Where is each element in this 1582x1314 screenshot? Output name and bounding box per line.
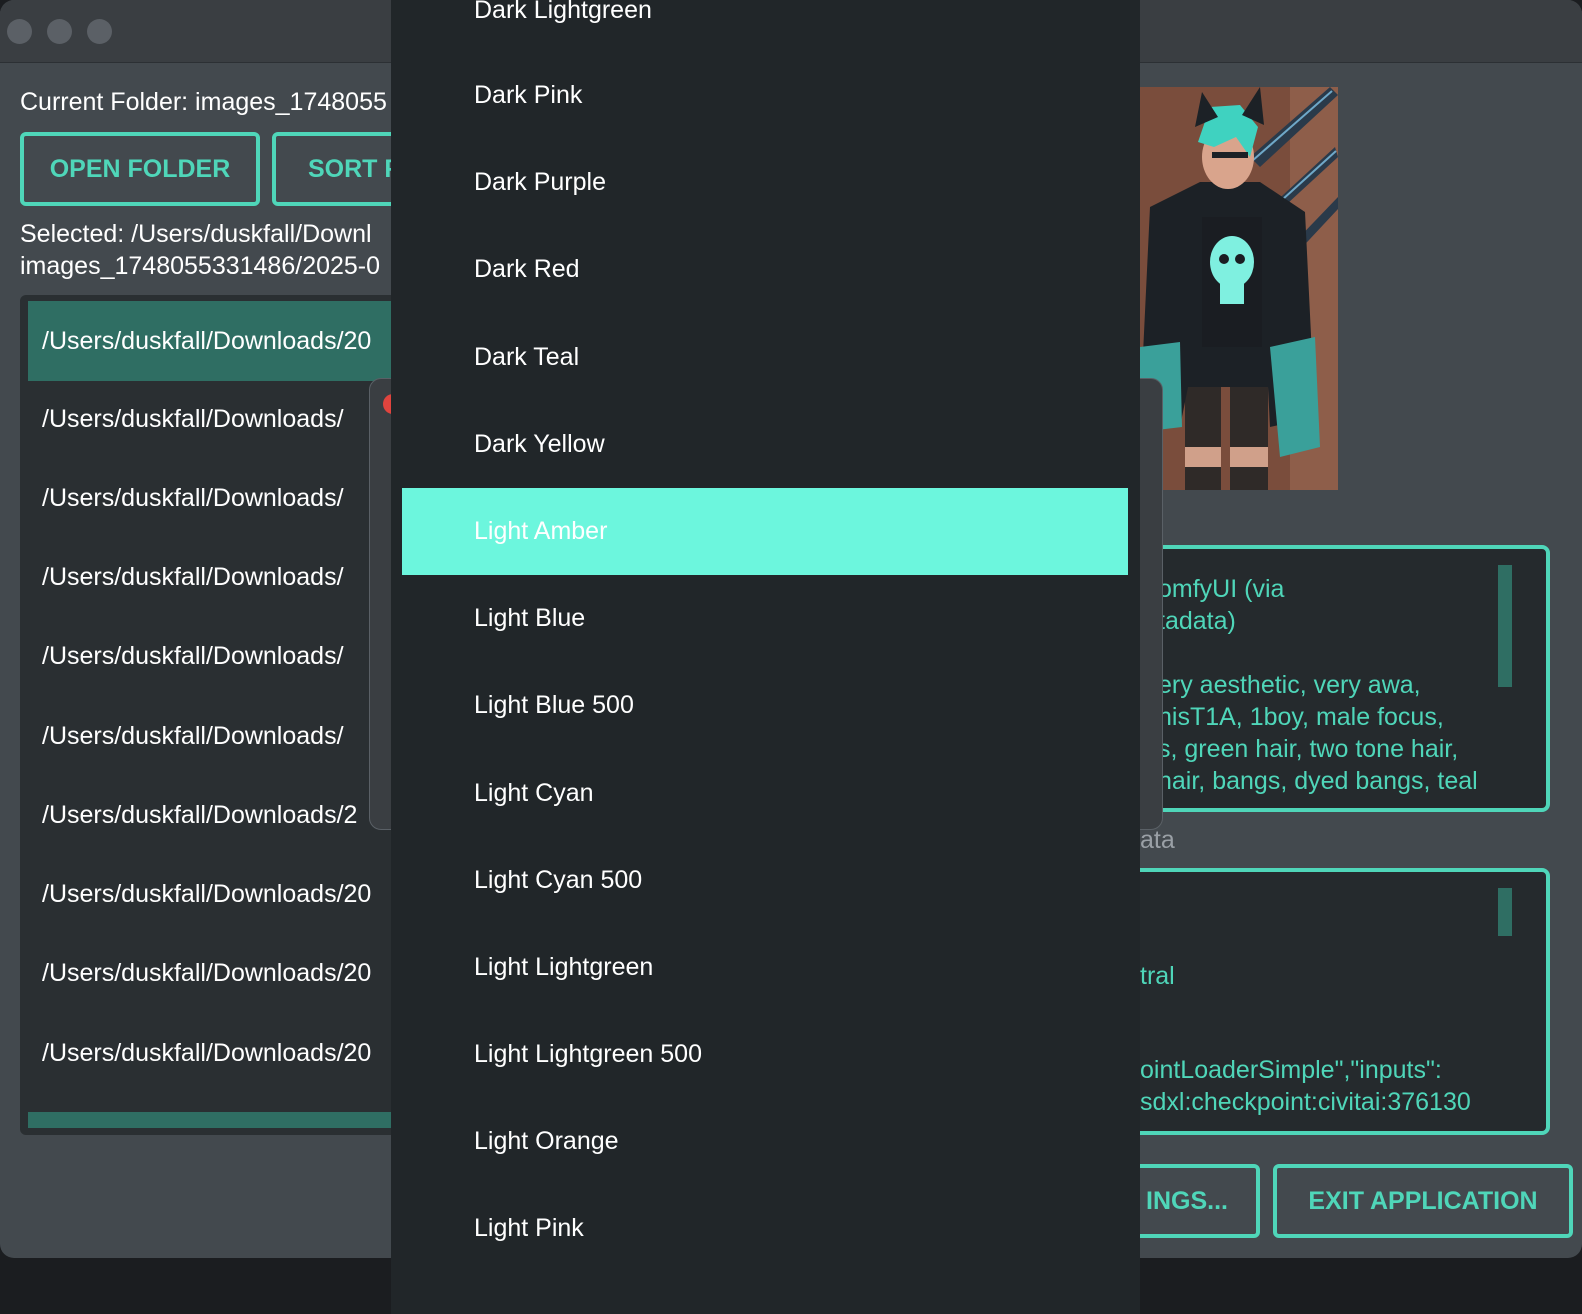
file-list-item[interactable]: /Users/duskfall/Downloads/20 (28, 854, 408, 934)
dropdown-item[interactable]: Dark Yellow (402, 401, 1128, 488)
file-list[interactable]: /Users/duskfall/Downloads/20 /Users/dusk… (20, 295, 410, 1135)
file-list-item[interactable]: /Users/duskfall/Downloads/ (28, 696, 408, 776)
metadata-line: tral (1140, 962, 1175, 990)
metadata-line: ery aesthetic, very awa, (1158, 671, 1421, 699)
minimize-window-button[interactable] (47, 19, 72, 44)
file-list-item[interactable]: /Users/duskfall/Downloads/ (28, 537, 408, 617)
settings-button[interactable]: INGS... (1130, 1164, 1260, 1238)
dropdown-item[interactable]: Light Lightgreen (402, 924, 1128, 1011)
selected-path-label: Selected: /Users/duskfall/Downl images_1… (20, 218, 380, 282)
theme-dropdown-menu[interactable]: Dark Lightgreen Dark Pink Dark Purple Da… (391, 0, 1140, 1314)
metadata-line: hisT1A, 1boy, male focus, (1158, 703, 1444, 731)
dropdown-item[interactable]: Light Cyan 500 (402, 837, 1128, 924)
metadata-line: s, green hair, two tone hair, (1158, 735, 1459, 763)
zoom-window-button[interactable] (87, 19, 112, 44)
vertical-scrollbar[interactable] (1498, 888, 1512, 936)
exit-application-button[interactable]: EXIT APPLICATION (1273, 1164, 1573, 1238)
file-list-item[interactable]: /Users/duskfall/Downloads/20 (28, 301, 408, 381)
file-list-item[interactable]: /Users/duskfall/Downloads/20 (28, 1013, 408, 1093)
file-list-item[interactable]: /Users/duskfall/Downloads/ (28, 616, 408, 696)
file-list-item[interactable]: /Users/duskfall/Downloads/2 (28, 775, 408, 855)
metadata-section-label: ata (1140, 826, 1175, 854)
close-window-button[interactable] (7, 19, 32, 44)
file-list-item[interactable]: /Users/duskfall/Downloads/20 (28, 933, 408, 1013)
dropdown-item-selected[interactable]: Light Amber (402, 488, 1128, 575)
open-folder-button[interactable]: OPEN FOLDER (20, 132, 260, 206)
dropdown-item[interactable]: Dark Red (402, 226, 1128, 313)
dropdown-item[interactable]: Dark Lightgreen (402, 0, 1128, 54)
dropdown-item[interactable]: Light Lightgreen 500 (402, 1011, 1128, 1098)
raw-metadata-text-box[interactable]: tral ointLoaderSimple","inputs": sdxl:ch… (1128, 868, 1550, 1135)
image-preview (1140, 87, 1338, 490)
dropdown-item[interactable]: Light Blue (402, 575, 1128, 662)
dropdown-item[interactable]: Light Orange (402, 1098, 1128, 1185)
character-image (1140, 87, 1338, 490)
metadata-text-box[interactable]: omfyUI (via tadata) ery aesthetic, very … (1128, 545, 1550, 812)
dropdown-item[interactable]: Dark Pink (402, 52, 1128, 139)
metadata-line: tadata) (1158, 607, 1236, 635)
dropdown-item[interactable]: Light Pink (402, 1185, 1128, 1272)
metadata-line: hair, bangs, dyed bangs, teal (1158, 767, 1478, 795)
selected-path-line: Selected: /Users/duskfall/Downl (20, 220, 372, 248)
dropdown-item[interactable]: Dark Purple (402, 139, 1128, 226)
file-list-item[interactable]: /Users/duskfall/Downloads/ (28, 379, 408, 459)
selected-path-line: images_1748055331486/2025-0 (20, 252, 381, 280)
horizontal-scrollbar[interactable] (28, 1112, 410, 1128)
metadata-line: ointLoaderSimple","inputs": (1140, 1056, 1442, 1084)
file-list-item[interactable]: /Users/duskfall/Downloads/ (28, 458, 408, 538)
dropdown-item[interactable]: Dark Teal (402, 314, 1128, 401)
dropdown-item[interactable]: Light Cyan (402, 750, 1128, 837)
metadata-line: sdxl:checkpoint:civitai:376130 (1140, 1088, 1471, 1116)
vertical-scrollbar[interactable] (1498, 565, 1512, 687)
dropdown-item[interactable]: Light Blue 500 (402, 662, 1128, 749)
metadata-line: omfyUI (via (1158, 575, 1285, 603)
current-folder-label: Current Folder: images_1748055 (20, 88, 387, 116)
